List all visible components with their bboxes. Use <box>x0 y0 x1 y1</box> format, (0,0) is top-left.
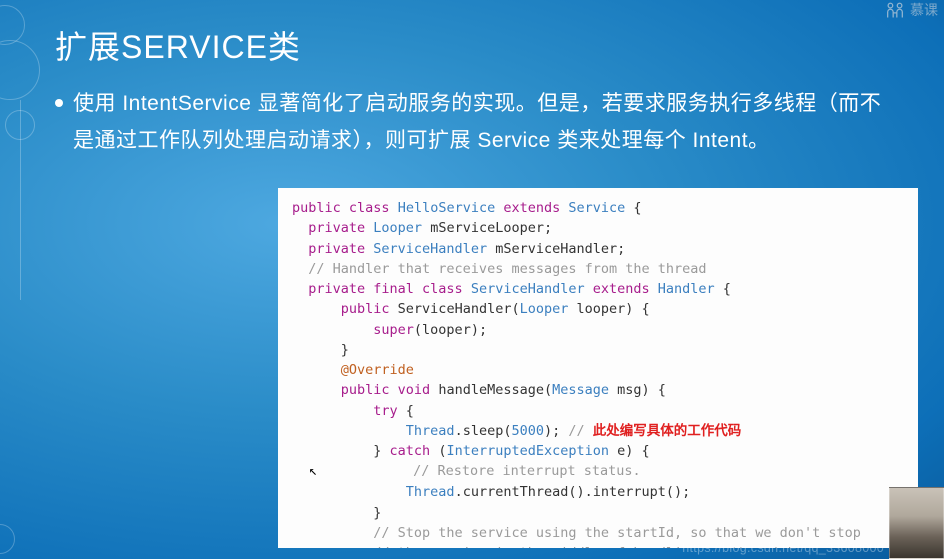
slide-title: 扩展SERVICE类 <box>55 22 894 68</box>
code-snippet: public class HelloService extends Servic… <box>278 188 918 548</box>
watermark-top-text: 慕课 <box>910 0 938 20</box>
watermark-top: 慕课 <box>884 0 938 20</box>
slide-content: 扩展SERVICE类 使用 IntentService 显著简化了启动服务的实现… <box>0 0 944 160</box>
bullet-row: 使用 IntentService 显著简化了启动服务的实现。但是，若要求服务执行… <box>55 86 894 160</box>
deco-line <box>20 100 21 300</box>
bullet-dot-icon <box>55 99 63 107</box>
deco-circle <box>0 524 15 554</box>
bullet-text: 使用 IntentService 显著简化了启动服务的实现。但是，若要求服务执行… <box>73 86 894 160</box>
title-prefix: 扩展 <box>55 29 121 65</box>
watermark-bottom-url: https://blog.csdn.net/qq_33608000 <box>682 541 884 555</box>
mooc-logo-icon <box>884 1 906 19</box>
title-suffix: 类 <box>268 29 301 65</box>
title-service: SERVICE <box>121 29 268 65</box>
code-pre: public class HelloService extends Servic… <box>292 198 904 548</box>
video-thumbnail <box>889 487 944 559</box>
